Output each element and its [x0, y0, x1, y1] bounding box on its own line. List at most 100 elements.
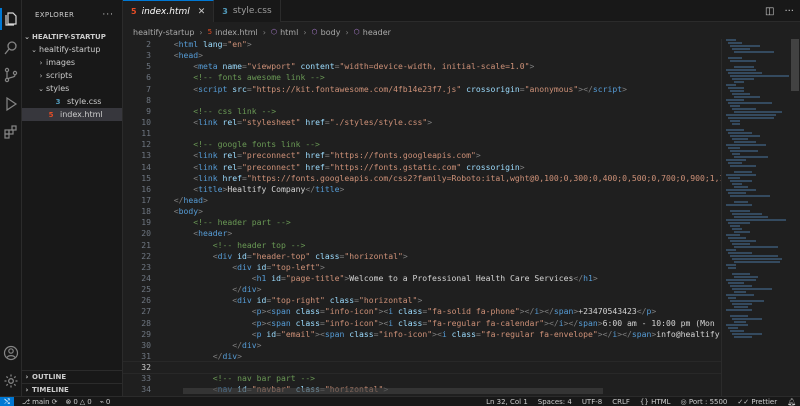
- minimap-line: [732, 108, 756, 110]
- code-line[interactable]: 24 <h1 id="page-title">Welcome to a Prof…: [123, 273, 721, 284]
- tab-style-css[interactable]: 3 style.css: [214, 0, 281, 22]
- line-number: 16: [141, 183, 151, 194]
- encoding[interactable]: UTF-8: [582, 398, 602, 406]
- code-line[interactable]: 26 <div id="top-right" class="horizontal…: [123, 295, 721, 306]
- tree-item-css[interactable]: 3 style.css: [22, 95, 122, 108]
- tab-index-html[interactable]: 5 index.html ✕: [123, 0, 215, 22]
- code-line[interactable]: 29 <p id="email"><span class="info-icon"…: [123, 329, 721, 340]
- minimap-line: [730, 195, 770, 197]
- code-line[interactable]: 10 <link rel="stylesheet" href="./styles…: [123, 117, 721, 128]
- code-line[interactable]: 13 <link rel="preconnect" href="https://…: [123, 150, 721, 161]
- account-icon[interactable]: [3, 345, 19, 361]
- code-line[interactable]: 27 <p><span class="info-icon"><i class="…: [123, 306, 721, 317]
- scrollbar-thumb[interactable]: [791, 39, 799, 91]
- code-line[interactable]: 30 </div>: [123, 340, 721, 351]
- code-line[interactable]: 2 <html lang="en">: [123, 39, 721, 50]
- minimap-line: [728, 87, 744, 89]
- code-token: link: [198, 161, 218, 172]
- close-icon[interactable]: ✕: [198, 7, 206, 17]
- indentation[interactable]: Spaces: 4: [538, 398, 572, 406]
- code-line[interactable]: 3 <head>: [123, 50, 721, 61]
- workspace-section-label: HEALTIFY-STARTUP: [32, 32, 106, 41]
- code-line[interactable]: 25 </div>: [123, 284, 721, 295]
- tree-item-folder[interactable]: ⌄ styles: [22, 82, 122, 95]
- minimap-line: [726, 249, 736, 251]
- code-line[interactable]: 15 <link href="https://fonts.googleapis.…: [123, 173, 721, 184]
- code-line[interactable]: 11: [123, 128, 721, 139]
- minimap-line: [732, 333, 762, 335]
- ports-indicator[interactable]: ⌁ 0: [100, 398, 111, 406]
- code-line[interactable]: 32: [123, 361, 721, 375]
- code-token: "email": [280, 328, 316, 339]
- breadcrumb-item[interactable]: index.html: [215, 28, 258, 37]
- code-line[interactable]: 31 </div>: [123, 351, 721, 362]
- breadcrumb-item[interactable]: healtify-startup: [133, 28, 194, 37]
- tree-item-folder[interactable]: › images: [22, 56, 122, 69]
- code-line[interactable]: 17 </head>: [123, 195, 721, 206]
- code-text: <script src="https://kit.fontawesome.com…: [151, 84, 627, 95]
- code-token: span: [271, 306, 291, 317]
- tree-item-folder[interactable]: › scripts: [22, 69, 122, 82]
- problems-indicator[interactable]: ⊗ 0 △ 0: [65, 398, 91, 406]
- warning-count: 0: [87, 397, 92, 406]
- code-line[interactable]: 9 <!-- css link -->: [123, 106, 721, 117]
- minimap-line: [726, 174, 756, 176]
- workspace-section[interactable]: ⌄ HEALTIFY-STARTUP: [22, 30, 122, 43]
- horizontal-scrollbar[interactable]: [183, 388, 603, 394]
- code-line[interactable]: 5 <meta name="viewport" content="width=d…: [123, 61, 721, 72]
- code-token: ></: [597, 328, 613, 339]
- line-number: 3: [146, 50, 151, 61]
- language-mode[interactable]: {} HTML: [640, 398, 671, 406]
- notifications-bell-icon[interactable]: 🔔︎: [787, 398, 796, 406]
- code-line[interactable]: 6 <!-- fonts awesome link -->: [123, 72, 721, 83]
- file-tree: ⌄ healtify-startup › images › scripts ⌄ styles 3…: [22, 43, 122, 121]
- settings-gear-icon[interactable]: [3, 373, 19, 389]
- timeline-section[interactable]: › TIMELINE: [22, 383, 122, 395]
- line-ending[interactable]: CRLF: [612, 398, 630, 406]
- code-line[interactable]: 23 <div id="top-left">: [123, 262, 721, 273]
- run-debug-icon[interactable]: [3, 96, 19, 112]
- code-token: >: [417, 295, 423, 306]
- extensions-icon[interactable]: [3, 124, 19, 140]
- branch-indicator[interactable]: ⎇ main ⟳: [22, 398, 57, 406]
- minimap[interactable]: [721, 39, 789, 396]
- code-token: "stylesheet": [242, 116, 301, 127]
- breadcrumb-item[interactable]: body: [321, 28, 341, 37]
- broadcast-icon: ◎: [680, 398, 687, 406]
- breadcrumb-item[interactable]: html: [280, 28, 298, 37]
- search-icon[interactable]: [3, 40, 19, 56]
- code-token: span: [271, 317, 291, 328]
- code-line[interactable]: 21 <!-- header top -->: [123, 240, 721, 251]
- code-token: </: [164, 194, 184, 205]
- code-editor[interactable]: 2 <html lang="en"> 3 <head> 5 <meta name="…: [123, 39, 721, 396]
- cursor-position[interactable]: Ln 32, Col 1: [486, 398, 528, 406]
- vertical-scrollbar[interactable]: [790, 39, 800, 396]
- explorer-icon[interactable]: [0, 8, 19, 30]
- code-line[interactable]: 18 <body>: [123, 206, 721, 217]
- code-line[interactable]: 20 <header>: [123, 228, 721, 239]
- outline-section[interactable]: › OUTLINE: [22, 370, 122, 382]
- remote-icon[interactable]: ⤭: [0, 396, 14, 406]
- code-token: script: [592, 83, 623, 94]
- code-token: "horizontal": [358, 295, 418, 306]
- source-control-icon[interactable]: [3, 67, 19, 83]
- tree-item-folder[interactable]: ⌄ healtify-startup: [22, 43, 122, 56]
- code-text: <div id="header-top" class="horizontal">: [151, 251, 408, 262]
- code-token: >: [256, 339, 262, 350]
- code-line[interactable]: 16 <title>Healtify Company</title>: [123, 184, 721, 195]
- code-line[interactable]: 19 <!-- header part -->: [123, 217, 721, 228]
- code-line[interactable]: 12 <!-- google fonts link -->: [123, 139, 721, 150]
- code-line[interactable]: 33 <!-- nav bar part -->: [123, 373, 721, 384]
- code-line[interactable]: 8: [123, 95, 721, 106]
- live-server[interactable]: ◎ Port : 5500: [681, 398, 728, 406]
- tree-item-html[interactable]: 5 index.html: [22, 108, 122, 121]
- split-editor-icon[interactable]: ◫: [765, 6, 774, 17]
- code-line[interactable]: 28 <p><span class="info-icon"><i class="…: [123, 318, 721, 329]
- code-line[interactable]: 7 <script src="https://kit.fontawesome.c…: [123, 84, 721, 95]
- more-actions-icon[interactable]: ···: [784, 6, 794, 17]
- prettier[interactable]: ✓✓ Prettier: [737, 398, 777, 406]
- code-line[interactable]: 14 <link rel="preconnect" href="https://…: [123, 162, 721, 173]
- breadcrumb-item[interactable]: header: [363, 28, 391, 37]
- more-actions-icon[interactable]: ···: [102, 10, 114, 20]
- code-line[interactable]: 22 <div id="header-top" class="horizonta…: [123, 251, 721, 262]
